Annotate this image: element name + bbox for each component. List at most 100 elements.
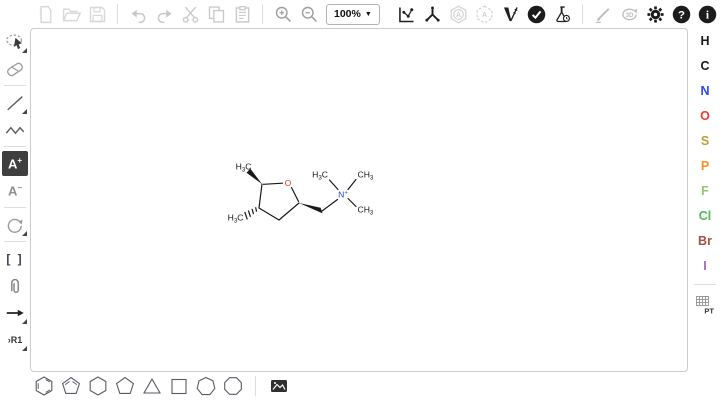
cycloheptane-template-icon <box>195 375 217 397</box>
open-button[interactable] <box>58 1 84 27</box>
bond-o-c5[interactable] <box>264 183 283 184</box>
new-document-button[interactable] <box>32 1 58 27</box>
bold-wedge-c2-ch2[interactable] <box>299 203 323 213</box>
template-cyclohexane[interactable] <box>84 373 111 399</box>
element-symbol: H <box>700 34 709 48</box>
cut-button[interactable] <box>177 1 203 27</box>
element-symbol: N <box>700 84 709 98</box>
check-structure-button[interactable] <box>523 1 549 27</box>
rgroup-tool[interactable]: ›R1 <box>2 327 28 352</box>
aromatize-button[interactable]: A <box>445 1 471 27</box>
zoom-in-button[interactable] <box>270 1 296 27</box>
3d-viewer-button[interactable] <box>590 1 616 27</box>
atom-n-methyl-topright[interactable]: CH3 <box>358 170 374 182</box>
clean-up-icon <box>422 4 443 25</box>
element-button-h[interactable]: H <box>692 28 718 53</box>
rotate-3d-button[interactable]: 3D <box>616 1 642 27</box>
undo-button[interactable] <box>125 1 151 27</box>
attach-tool[interactable] <box>2 273 28 298</box>
cyclopropane-template-icon <box>141 375 163 397</box>
rotate-tool[interactable] <box>2 212 28 237</box>
sgroup-bracket-icon: [ ] <box>6 252 23 266</box>
bond-n-ch3-topright[interactable] <box>348 180 356 190</box>
toolbar-divider <box>582 4 583 24</box>
save-button[interactable] <box>84 1 110 27</box>
bond-c2-c3[interactable] <box>279 203 299 220</box>
settings-button[interactable] <box>642 1 668 27</box>
dearomatize-button[interactable]: A <box>471 1 497 27</box>
bond-ch2-n[interactable] <box>322 200 338 212</box>
template-cycloheptane[interactable] <box>192 373 219 399</box>
sgroup-tool[interactable]: [ ] <box>2 246 28 271</box>
zoom-out-button[interactable] <box>296 1 322 27</box>
help-glyph: ? <box>678 9 685 21</box>
toolbar-divider <box>117 4 118 24</box>
chain-icon <box>4 119 26 141</box>
atom-n-plus[interactable]: N+ <box>338 190 348 200</box>
lasso-select-tool[interactable] <box>2 29 28 54</box>
template-cyclobutane[interactable] <box>165 373 192 399</box>
copy-button[interactable] <box>203 1 229 27</box>
template-cyclopentadiene[interactable] <box>57 373 84 399</box>
check-structure-icon <box>526 4 547 25</box>
new-document-icon <box>35 4 56 25</box>
cut-icon <box>180 4 201 25</box>
atom-o[interactable]: O <box>285 178 292 188</box>
save-icon <box>87 4 108 25</box>
template-cyclopentane[interactable] <box>111 373 138 399</box>
bond-c3-c4[interactable] <box>259 208 279 220</box>
paste-button[interactable] <box>229 1 255 27</box>
element-symbol: F <box>701 184 709 198</box>
zoom-level-dropdown[interactable]: 100% ▼ <box>326 4 380 25</box>
element-button-f[interactable]: F <box>692 178 718 203</box>
reaction-arrow-tool[interactable] <box>2 300 28 325</box>
periodic-table-button[interactable]: PT <box>692 291 718 319</box>
rotate-3d-label: 3D <box>625 11 633 18</box>
about-glyph: i <box>705 9 708 21</box>
charge-plus-tool[interactable]: A+ <box>2 151 28 176</box>
element-symbol: P <box>701 159 709 173</box>
eraser-tool[interactable] <box>2 56 28 81</box>
element-button-o[interactable]: O <box>692 103 718 128</box>
charge-minus-tool[interactable]: A− <box>2 178 28 203</box>
rail-divider <box>4 207 26 208</box>
element-button-n[interactable]: N <box>692 78 718 103</box>
cyclopentane-template-icon <box>114 375 136 397</box>
element-button-br[interactable]: Br <box>692 228 718 253</box>
chain-tool[interactable] <box>2 117 28 142</box>
template-benzene[interactable] <box>30 373 57 399</box>
hashed-wedge-c4-methyl[interactable] <box>245 207 257 219</box>
atom-n-methyl-left[interactable]: H3C <box>312 170 328 182</box>
tool-dropdown-corner <box>22 48 27 53</box>
molecule-structure[interactable]: O H3C H3C H3C CH3 CH3 N+ <box>225 158 377 236</box>
settings-gear-icon <box>645 4 666 25</box>
atom-ch3-c4[interactable]: H3C <box>228 213 244 225</box>
element-button-s[interactable]: S <box>692 128 718 153</box>
calculated-values-button[interactable] <box>549 1 575 27</box>
atom-n-methyl-botright[interactable]: CH3 <box>358 205 374 217</box>
bond-o-c2[interactable] <box>292 188 299 202</box>
element-symbol: Cl <box>699 209 712 223</box>
layout-button[interactable] <box>393 1 419 27</box>
template-library-button[interactable] <box>265 373 292 399</box>
aromatize-icon: A <box>448 4 469 25</box>
3d-viewer-icon <box>593 4 614 25</box>
redo-button[interactable] <box>151 1 177 27</box>
bond-n-ch3-botright[interactable] <box>348 199 356 207</box>
template-cyclooctane[interactable] <box>219 373 246 399</box>
element-symbol: S <box>701 134 709 148</box>
clean-up-button[interactable] <box>419 1 445 27</box>
template-cyclopropane[interactable] <box>138 373 165 399</box>
bond-c4-c5[interactable] <box>259 184 262 208</box>
element-button-c[interactable]: C <box>692 53 718 78</box>
element-button-i[interactable]: I <box>692 253 718 278</box>
bond-n-ch3-left[interactable] <box>330 180 339 190</box>
element-button-cl[interactable]: Cl <box>692 203 718 228</box>
help-button[interactable]: ? <box>668 1 694 27</box>
single-bond-tool[interactable] <box>2 90 28 115</box>
stereo-cip-button[interactable] <box>497 1 523 27</box>
element-button-p[interactable]: P <box>692 153 718 178</box>
molecule-bonds[interactable] <box>259 180 356 221</box>
about-button[interactable]: i <box>694 1 720 27</box>
help-icon: ? <box>671 4 692 25</box>
